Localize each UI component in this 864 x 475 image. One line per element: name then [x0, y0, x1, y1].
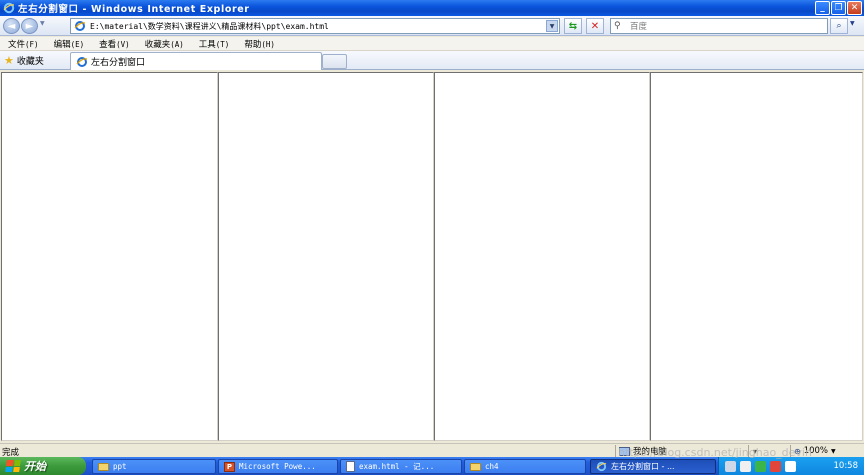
start-button[interactable]: 开始 [0, 457, 86, 475]
folder-icon [470, 462, 481, 471]
taskbar-item-ch4[interactable]: ch4 [464, 459, 586, 474]
stop-icon: ✕ [590, 20, 600, 32]
window-title: 左右分割窗口 - Windows Internet Explorer [18, 4, 250, 15]
folder-icon [98, 462, 109, 471]
volume-icon[interactable] [785, 460, 796, 472]
keyboard-icon[interactable] [725, 460, 736, 472]
frame-4[interactable] [650, 72, 863, 441]
restore-button[interactable]: ❐ [831, 1, 846, 15]
minimize-button[interactable]: _ [815, 1, 830, 15]
network-icon[interactable] [755, 460, 766, 472]
address-dropdown-button[interactable]: ▼ [546, 20, 558, 32]
tab-ie-icon [76, 56, 88, 67]
taskbar: 开始 ppt P Microsoft Powe... exam.html - 记… [0, 457, 864, 475]
menu-edit[interactable]: 编辑(E) [46, 38, 92, 50]
refresh-button[interactable]: ⇆ [564, 18, 582, 34]
system-tray: 10:58 [718, 457, 864, 475]
page-content [0, 70, 864, 442]
taskbar-item-notepad[interactable]: exam.html - 记... [340, 459, 462, 474]
forward-button[interactable]: ► [21, 18, 38, 34]
windows-logo-icon [5, 460, 21, 472]
help-icon[interactable] [740, 460, 751, 472]
close-button[interactable]: ✕ [847, 1, 862, 15]
search-placeholder: 百度 [630, 22, 648, 32]
menu-file[interactable]: 文件(F) [0, 38, 46, 50]
security-icon[interactable] [770, 460, 781, 472]
menu-help[interactable]: 帮助(H) [236, 38, 282, 50]
frame-1[interactable] [1, 72, 218, 441]
menu-tools[interactable]: 工具(T) [191, 38, 237, 50]
tab-label: 左右分割窗口 [91, 58, 146, 68]
favorites-label: 收藏夹 [16, 57, 44, 67]
forward-arrow-icon: ► [25, 20, 34, 32]
title-bar[interactable]: 左右分割窗口 - Windows Internet Explorer _ ❐ ✕ [0, 0, 864, 16]
address-toolbar: ◄ ► ▼ E:\material\数学资料\课程讲义\精品课材料\ppt\ex… [0, 16, 864, 36]
favorites-button[interactable]: ★ 收藏夹 [4, 54, 44, 67]
stop-button[interactable]: ✕ [586, 18, 604, 34]
ie-logo-icon [3, 2, 15, 14]
clock[interactable]: 10:58 [834, 461, 864, 471]
favorites-bar: ★ 收藏夹 左右分割窗口 [0, 51, 864, 70]
back-button[interactable]: ◄ [3, 18, 20, 34]
menu-view[interactable]: 查看(V) [91, 38, 137, 50]
tab-current[interactable]: 左右分割窗口 [70, 52, 322, 70]
new-tab-button[interactable] [322, 54, 347, 69]
frame-2[interactable] [218, 72, 434, 441]
history-dropdown-icon[interactable]: ▼ [40, 20, 45, 27]
search-options-dropdown-icon[interactable]: ▼ [850, 20, 855, 27]
back-arrow-icon: ◄ [7, 20, 16, 32]
taskbar-item-ie[interactable]: 左右分割窗口 - ... [590, 459, 716, 474]
page-ie-icon [74, 21, 86, 31]
refresh-icon: ⇆ [568, 20, 578, 32]
star-icon: ★ [4, 54, 14, 67]
frame-3[interactable] [434, 72, 650, 441]
taskbar-item-ppt[interactable]: ppt [92, 459, 216, 474]
zoom-dropdown-icon: ▼ [831, 447, 836, 455]
watermark: https://blog.csdn.net/jinghao_devin [618, 446, 812, 459]
start-label: 开始 [24, 460, 46, 473]
address-url: E:\material\数学资料\课程讲义\精品课材料\ppt\exam.htm… [90, 21, 329, 31]
search-button[interactable]: ⌕ [830, 18, 848, 34]
taskbar-item-powerpoint[interactable]: P Microsoft Powe... [218, 459, 338, 474]
address-field[interactable]: E:\material\数学资料\课程讲义\精品课材料\ppt\exam.htm… [70, 18, 560, 34]
powerpoint-icon: P [224, 461, 235, 472]
magnifier-icon: ⌕ [836, 21, 842, 31]
menu-favorites[interactable]: 收藏夹(A) [137, 38, 191, 50]
window-controls: _ ❐ ✕ [815, 1, 862, 15]
search-input[interactable]: ⚲ 百度 [610, 18, 828, 34]
menu-bar: 文件(F) 编辑(E) 查看(V) 收藏夹(A) 工具(T) 帮助(H) [0, 37, 864, 51]
ie-icon [596, 461, 607, 472]
search-provider-icon: ⚲ [614, 21, 621, 31]
notepad-icon [346, 461, 355, 472]
